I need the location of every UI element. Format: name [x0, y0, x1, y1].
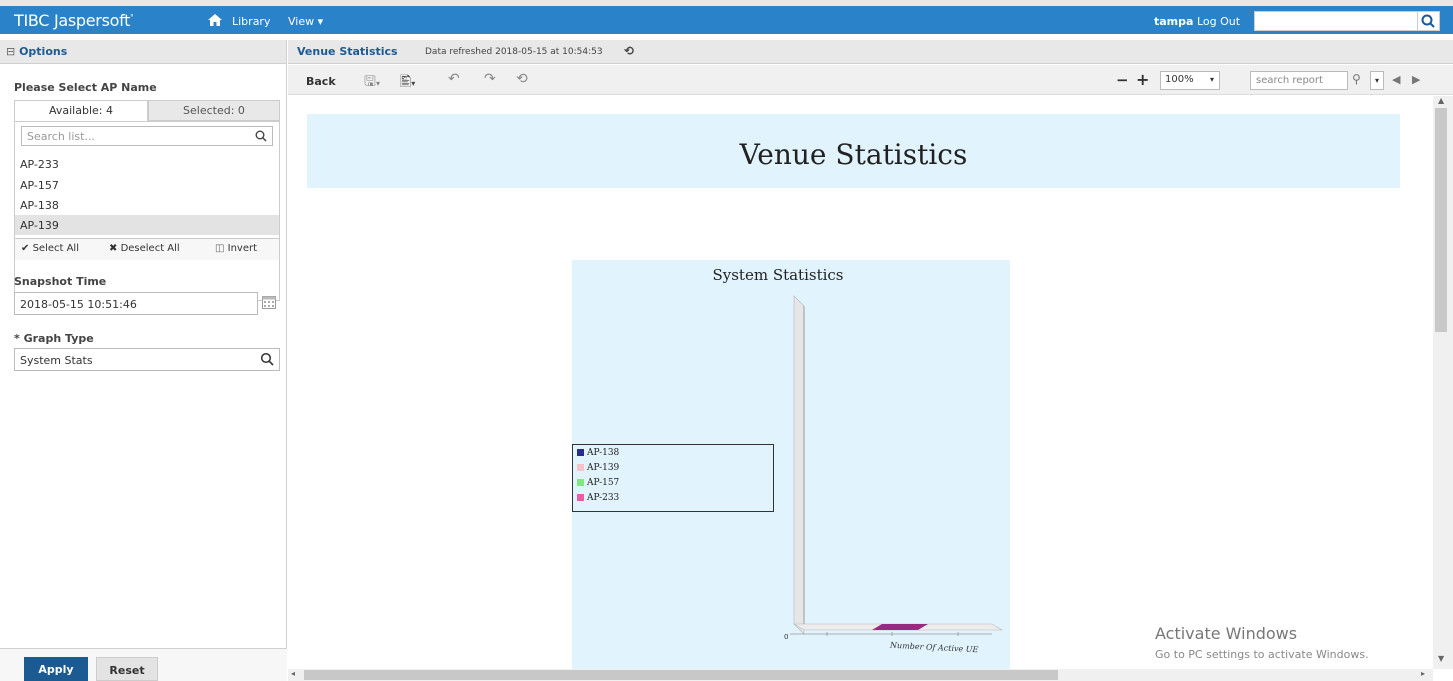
search-options-dropdown[interactable]: ▾ — [1370, 71, 1384, 90]
legend-swatch — [577, 494, 584, 501]
zoom-value: 100% — [1165, 74, 1194, 85]
snapshot-time-input[interactable]: 2018-05-15 10:51:46 — [14, 292, 258, 315]
legend-label: AP-157 — [587, 478, 620, 488]
home-icon[interactable] — [208, 14, 222, 26]
top-navigation-bar: TIBC Jaspersoft° Library View ▾ tampa Lo… — [0, 0, 1453, 34]
library-link[interactable]: Library — [232, 15, 270, 28]
refresh-icon[interactable]: ⟲ — [624, 44, 634, 58]
calendar-icon[interactable] — [262, 296, 276, 309]
deselect-all-button[interactable]: ✖ Deselect All — [109, 243, 180, 254]
scroll-right-icon[interactable]: ▸ — [1421, 669, 1425, 678]
report-canvas: Venue Statistics System Statistics 0 Num… — [288, 96, 1433, 669]
legend-label: AP-139 — [587, 463, 620, 473]
deselect-all-label: Deselect All — [120, 243, 180, 254]
options-panel: ⊟ Options Please Select AP Name Availabl… — [0, 40, 287, 681]
list-item[interactable]: AP-139 — [15, 215, 279, 235]
legend-entry: AP-138 — [577, 448, 769, 463]
view-menu[interactable]: View ▾ — [288, 15, 323, 28]
legend-swatch — [577, 479, 584, 486]
ap-name-label: Please Select AP Name — [14, 81, 157, 94]
search-icon — [1421, 14, 1435, 28]
undo-all-icon[interactable]: ⟲ — [516, 71, 528, 87]
back-button[interactable]: Back — [306, 75, 336, 88]
horizontal-scroll-thumb[interactable] — [304, 670, 1058, 680]
report-title-band: Venue Statistics — [307, 114, 1400, 188]
tab-selected[interactable]: Selected: 0 — [148, 100, 280, 121]
logo-text: TIBC Jaspersoft — [14, 11, 131, 30]
report-search-input[interactable]: search report — [1250, 71, 1348, 90]
jaspersoft-logo[interactable]: TIBC Jaspersoft° — [14, 11, 134, 30]
activate-windows-title: Activate Windows — [1155, 624, 1298, 643]
invert-button[interactable]: ◫ Invert — [215, 243, 257, 254]
legend-label: AP-233 — [587, 493, 620, 503]
scroll-left-icon[interactable]: ◂ — [291, 669, 295, 678]
list-actions: ✔ Select All ✖ Deselect All ◫ Invert — [15, 238, 279, 260]
user-name[interactable]: tampa — [1154, 15, 1193, 28]
zoom-out-button[interactable]: − — [1116, 71, 1129, 89]
collapse-icon[interactable]: ⊟ — [6, 45, 15, 58]
export-icon[interactable]: 🖺▾ — [400, 71, 415, 95]
reset-button[interactable]: Reset — [96, 657, 158, 681]
global-search-button[interactable] — [1418, 11, 1440, 31]
legend-label: AP-138 — [587, 448, 620, 458]
legend-entry: AP-233 — [577, 493, 769, 508]
zoom-select[interactable]: 100% ▾ — [1160, 71, 1220, 90]
report-toolbar: Back 🖫▾ 🖺▾ ↶ ↷ ⟲ − + 100% ▾ search repor… — [288, 65, 1453, 95]
vertical-scroll-thumb[interactable] — [1435, 108, 1447, 332]
tab-available[interactable]: Available: 4 — [14, 100, 148, 121]
snapshot-time-label: Snapshot Time — [14, 275, 107, 288]
undo-icon[interactable]: ↶ — [448, 71, 460, 87]
search-icon[interactable] — [260, 352, 274, 366]
ap-list: Search list... AP-233 AP-157 AP-138 AP-1… — [14, 121, 280, 301]
select-all-button[interactable]: ✔ Select All — [21, 243, 79, 254]
list-item[interactable]: AP-233 — [15, 154, 279, 174]
save-icon[interactable]: 🖫▾ — [364, 71, 380, 95]
next-result-icon[interactable]: ▶ — [1412, 73, 1420, 86]
previous-result-icon[interactable]: ◀ — [1392, 73, 1400, 86]
activate-windows-subtitle: Go to PC settings to activate Windows. — [1155, 648, 1369, 661]
zoom-in-button[interactable]: + — [1136, 70, 1149, 89]
ap-tabs: Available: 4 Selected: 0 — [14, 100, 280, 122]
report-tab-title: Venue Statistics — [297, 45, 398, 58]
invert-label: Invert — [227, 243, 258, 254]
scroll-up-icon[interactable]: ▲ — [1438, 96, 1444, 105]
search-icon[interactable]: ⚲ — [1352, 72, 1361, 86]
global-search-input[interactable] — [1254, 11, 1418, 31]
report-header: Venue Statistics Data refreshed 2018-05-… — [288, 40, 1453, 64]
search-list-placeholder: Search list... — [27, 130, 95, 143]
options-header[interactable]: ⊟ Options — [0, 40, 286, 64]
invert-icon: ◫ — [215, 243, 225, 254]
graph-type-label: * Graph Type — [14, 332, 94, 345]
chart-back-wall — [793, 295, 805, 635]
legend-entry: AP-139 — [577, 463, 769, 478]
system-statistics-chart: System Statistics 0 Number Of Active UE … — [572, 260, 1010, 669]
options-title: Options — [19, 45, 68, 58]
apply-button[interactable]: Apply — [24, 657, 88, 681]
graph-type-input[interactable]: System Stats — [14, 348, 280, 371]
select-all-label: Select All — [32, 243, 79, 254]
chart-legend: AP-138 AP-139 AP-157 AP-233 — [572, 444, 774, 512]
chevron-down-icon: ▾ — [1209, 75, 1214, 84]
y-tick-label: 0 — [784, 633, 789, 641]
legend-entry: AP-157 — [577, 478, 769, 493]
legend-swatch — [577, 464, 584, 471]
list-item[interactable]: AP-138 — [15, 195, 279, 215]
search-list-input[interactable]: Search list... — [21, 126, 273, 146]
list-item[interactable]: AP-157 — [15, 175, 279, 195]
logout-link[interactable]: Log Out — [1197, 15, 1240, 28]
legend-swatch — [577, 449, 584, 456]
scroll-down-icon[interactable]: ▼ — [1438, 654, 1444, 663]
report-main-title: Venue Statistics — [739, 138, 968, 171]
data-refreshed-text: Data refreshed 2018-05-15 at 10:54:53 — [425, 47, 603, 57]
search-icon — [255, 130, 267, 142]
redo-icon[interactable]: ↷ — [484, 71, 496, 87]
options-footer: Apply Reset — [0, 648, 287, 681]
